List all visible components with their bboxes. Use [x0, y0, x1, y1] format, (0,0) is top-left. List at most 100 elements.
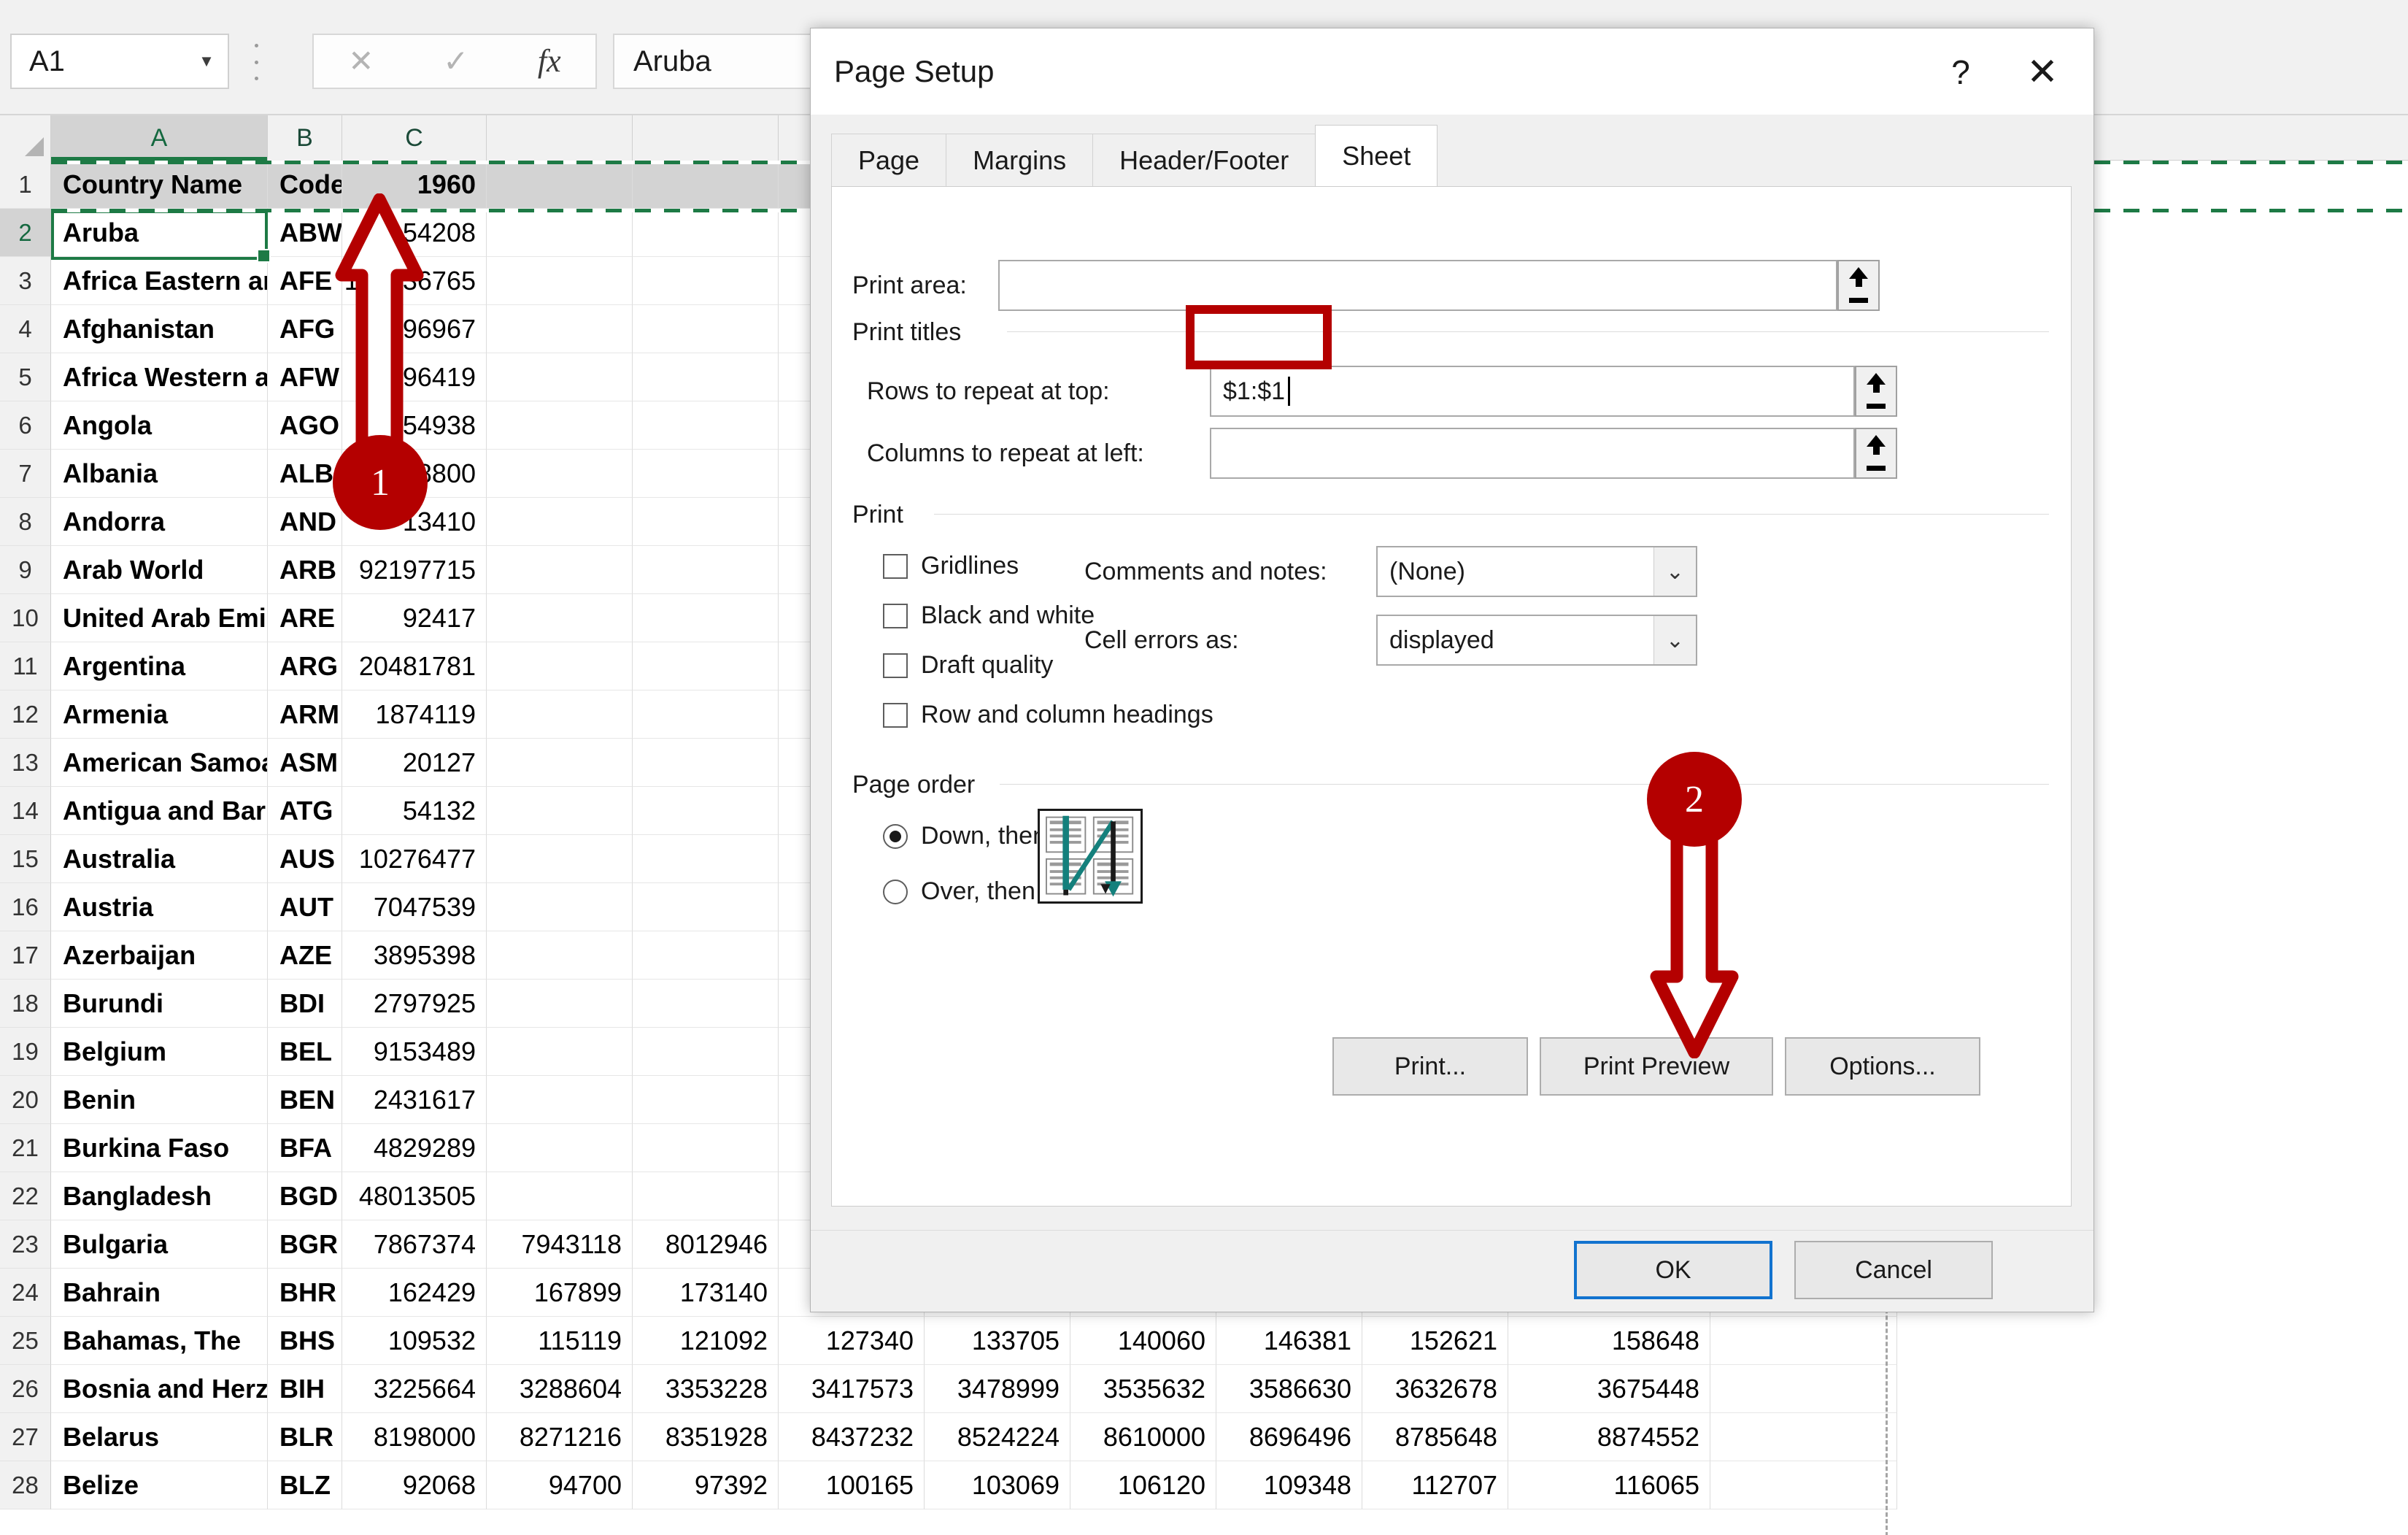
tab-page[interactable]: Page [831, 134, 947, 186]
cell-year-value[interactable] [633, 546, 779, 594]
cell-year-value[interactable] [633, 739, 779, 787]
print-button[interactable]: Print... [1332, 1037, 1528, 1096]
cell-errors-select[interactable]: displayed ⌄ [1376, 615, 1697, 666]
row-header[interactable]: 26 [0, 1365, 51, 1413]
cell-year-value[interactable]: 3353228 [633, 1365, 779, 1413]
cell-year-value[interactable] [487, 883, 633, 931]
cell-year-value[interactable] [487, 642, 633, 690]
cell-year-1960[interactable]: 92417 [342, 594, 487, 642]
cell-year-value[interactable] [633, 305, 779, 353]
cell-year-value[interactable] [487, 980, 633, 1028]
checkbox-row-column-headings[interactable]: Row and column headings [883, 701, 1213, 729]
cell-year-1960[interactable]: 162429 [342, 1269, 487, 1317]
column-header-b[interactable]: B [268, 115, 342, 161]
cell-empty[interactable] [1710, 1413, 1897, 1461]
row-header[interactable]: 7 [0, 450, 51, 498]
cell-year-value[interactable] [487, 1124, 633, 1172]
cell-year-1960[interactable]: 96396419 [342, 353, 487, 401]
more-options-icon[interactable] [248, 44, 264, 80]
row-header[interactable]: 28 [0, 1461, 51, 1509]
cell-country-name[interactable]: Bulgaria [51, 1220, 268, 1269]
down-then-over-radio[interactable] [883, 823, 908, 849]
cell-year-value[interactable]: 167899 [487, 1269, 633, 1317]
cell-country-name[interactable]: Australia [51, 835, 268, 883]
name-box[interactable]: A1 ▼ [10, 34, 229, 89]
cell-year-value[interactable] [633, 594, 779, 642]
cell-country-name[interactable]: Armenia [51, 690, 268, 739]
cell-year-value[interactable] [633, 1172, 779, 1220]
cell-year-value[interactable]: 121092 [633, 1317, 779, 1365]
cell-year-value[interactable]: 173140 [633, 1269, 779, 1317]
cell-year-value[interactable] [633, 980, 779, 1028]
cell-year-value[interactable] [487, 161, 633, 209]
row-header[interactable]: 18 [0, 980, 51, 1028]
cell-year-value[interactable] [633, 690, 779, 739]
select-all-corner[interactable] [0, 115, 51, 161]
cell-year-value[interactable] [633, 498, 779, 546]
cell-country-name[interactable]: Andorra [51, 498, 268, 546]
row-header[interactable]: 11 [0, 642, 51, 690]
cell-country-name[interactable]: Angola [51, 401, 268, 450]
cell-year-value[interactable] [633, 401, 779, 450]
cell-year-value[interactable] [633, 787, 779, 835]
question-mark-icon[interactable]: ? [1937, 49, 1984, 96]
cell-year-value[interactable] [487, 498, 633, 546]
print-preview-button[interactable]: Print Preview [1540, 1037, 1773, 1096]
cell-year-1968[interactable]: 3675448 [1508, 1365, 1710, 1413]
collapse-dialog-icon[interactable] [1837, 260, 1880, 311]
cell-year-value[interactable]: 8610000 [1070, 1413, 1216, 1461]
cell-country-name[interactable]: Belgium [51, 1028, 268, 1076]
tab-header-footer[interactable]: Header/Footer [1092, 134, 1316, 186]
cell-year-1968[interactable]: 116065 [1508, 1461, 1710, 1509]
column-header-d[interactable] [487, 115, 633, 161]
checkbox-gridlines[interactable]: Gridlines [883, 552, 1019, 580]
cell-country-code[interactable]: AFE [268, 257, 342, 305]
cell-country-name[interactable]: Antigua and Barbuda [51, 787, 268, 835]
cell-year-value[interactable] [633, 209, 779, 257]
cell-year-value[interactable]: 3632678 [1362, 1365, 1508, 1413]
cell-country-name[interactable]: Burundi [51, 980, 268, 1028]
row-header[interactable]: 9 [0, 546, 51, 594]
cell-country-code[interactable]: ATG [268, 787, 342, 835]
ok-button[interactable]: OK [1574, 1241, 1772, 1299]
checkbox-black-and-white[interactable]: Black and white [883, 601, 1095, 630]
cell-year-1968[interactable]: 158648 [1508, 1317, 1710, 1365]
cell-year-1960[interactable]: 8198000 [342, 1413, 487, 1461]
cell-year-value[interactable] [487, 1076, 633, 1124]
options-button[interactable]: Options... [1785, 1037, 1980, 1096]
cell-country-code[interactable]: ABW [268, 209, 342, 257]
row-header[interactable]: 6 [0, 401, 51, 450]
cell-year-value[interactable]: 8785648 [1362, 1413, 1508, 1461]
cell-country-name[interactable]: Albania [51, 450, 268, 498]
cell-country-code[interactable]: BIH [268, 1365, 342, 1413]
cell-country-code[interactable]: Code [268, 161, 342, 209]
cell-year-1960[interactable]: 2797925 [342, 980, 487, 1028]
cell-country-code[interactable]: ARG [268, 642, 342, 690]
cell-country-code[interactable]: BHS [268, 1317, 342, 1365]
row-header[interactable]: 17 [0, 931, 51, 980]
row-header[interactable]: 15 [0, 835, 51, 883]
cell-year-value[interactable] [487, 739, 633, 787]
cell-year-value[interactable]: 7943118 [487, 1220, 633, 1269]
cell-year-value[interactable] [633, 883, 779, 931]
cell-year-value[interactable] [487, 594, 633, 642]
cell-country-code[interactable]: AZE [268, 931, 342, 980]
cell-year-1960[interactable]: 2431617 [342, 1076, 487, 1124]
row-header[interactable]: 4 [0, 305, 51, 353]
row-header[interactable]: 12 [0, 690, 51, 739]
cell-year-1960[interactable]: 109532 [342, 1317, 487, 1365]
cell-year-1960[interactable]: 92068 [342, 1461, 487, 1509]
column-header-e[interactable] [633, 115, 779, 161]
cell-country-name[interactable]: Azerbaijan [51, 931, 268, 980]
cell-country-name[interactable]: American Samoa [51, 739, 268, 787]
cell-country-name[interactable]: Africa Eastern and Southern [51, 257, 268, 305]
cell-country-code[interactable]: BLR [268, 1413, 342, 1461]
cell-year-value[interactable] [487, 931, 633, 980]
cell-year-value[interactable] [633, 835, 779, 883]
column-header-c[interactable]: C [342, 115, 487, 161]
cell-empty[interactable] [1710, 1365, 1897, 1413]
fx-icon[interactable]: fx [538, 45, 561, 77]
row-header[interactable]: 21 [0, 1124, 51, 1172]
row-header[interactable]: 16 [0, 883, 51, 931]
cell-year-1960[interactable]: 92197715 [342, 546, 487, 594]
